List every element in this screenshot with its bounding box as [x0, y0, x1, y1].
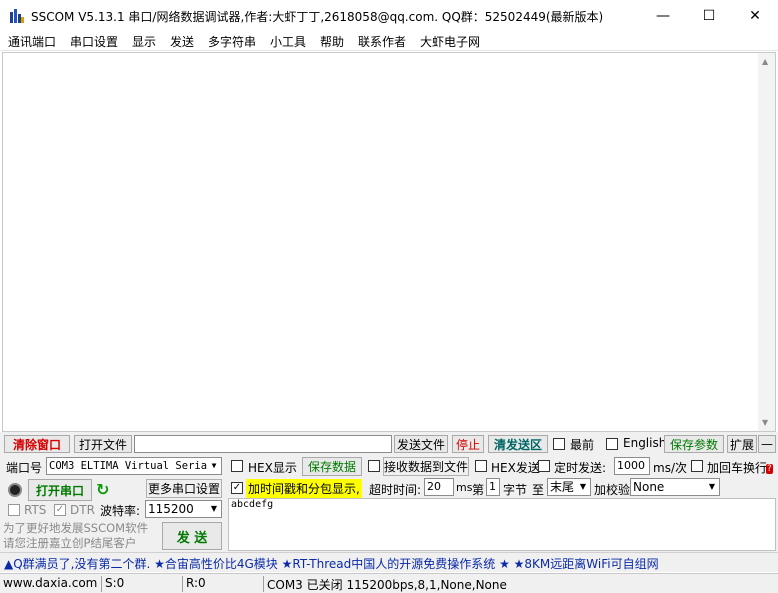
more-settings-button[interactable]: 更多串口设置 — [146, 479, 222, 498]
hex-display-label: HEX显示 — [248, 461, 297, 475]
promo-line-1: 为了更好地发展SSCOM软件 — [3, 521, 149, 535]
menu-comm-port[interactable]: 通讯端口 — [8, 33, 56, 50]
menu-daxia-site[interactable]: 大虾电子网 — [420, 33, 480, 50]
save-data-button[interactable]: 保存数据 — [302, 457, 362, 476]
port-select-value: COM3 ELTIMA Virtual Serial — [49, 460, 214, 472]
english-checkbox[interactable] — [606, 438, 618, 450]
send-button[interactable]: 发 送 — [162, 522, 222, 550]
menu-contact-author[interactable]: 联系作者 — [358, 33, 406, 50]
app-icon — [10, 9, 24, 23]
status-port-state: COM3 已关闭 115200bps,8,1,None,None — [263, 576, 778, 592]
timestamp-label: 加时间戳和分包显示, — [246, 479, 362, 498]
status-sent-count: S:0 — [101, 576, 181, 592]
status-website[interactable]: www.daxia.com — [0, 576, 100, 592]
end-select-value: 末尾 — [550, 480, 575, 494]
nth-label: 第 — [472, 483, 485, 497]
control-panel: 清除窗口 打开文件 发送文件 停止 清发送区 最前 English 保存参数 扩… — [0, 432, 778, 572]
checksum-select-value: None — [633, 480, 665, 494]
hex-send-label: HEX发送 — [491, 461, 540, 475]
maximize-button[interactable]: ☐ — [686, 0, 732, 31]
menu-multi-string[interactable]: 多字符串 — [208, 33, 256, 50]
topmost-checkbox[interactable] — [553, 438, 565, 450]
timed-interval-input[interactable]: 1000 — [614, 457, 650, 475]
refresh-icon[interactable]: ↻ — [96, 480, 109, 499]
title-bar: SSCOM V5.13.1 串口/网络数据调试器,作者:大虾丁丁,2618058… — [0, 0, 778, 31]
promo-line-2: 请您注册嘉立创P结尾客户 — [3, 536, 137, 550]
menu-serial-settings[interactable]: 串口设置 — [70, 33, 118, 50]
baud-label: 波特率: — [100, 504, 141, 518]
timed-send-checkbox[interactable] — [538, 460, 550, 472]
menu-help[interactable]: 帮助 — [320, 33, 344, 50]
file-path-field[interactable] — [134, 435, 392, 453]
byte-label: 字节 — [503, 483, 528, 497]
status-bar: www.daxia.com S:0 R:0 COM3 已关闭 115200bps… — [0, 573, 778, 593]
chevron-down-icon[interactable]: ▼ — [576, 479, 590, 495]
chevron-down-icon[interactable]: ▼ — [207, 458, 221, 474]
send-text: abcdefg — [231, 499, 274, 510]
menu-display[interactable]: 显示 — [132, 33, 156, 50]
recv-to-file-button[interactable]: 接收数据到文件 — [383, 457, 469, 476]
stop-button[interactable]: 停止 — [452, 435, 484, 453]
port-label: 端口号 — [6, 461, 43, 475]
menu-bar: 通讯端口 串口设置 显示 发送 多字符串 小工具 帮助 联系作者 大虾电子网 — [0, 31, 778, 51]
to-label: 至 — [532, 483, 545, 497]
menu-send[interactable]: 发送 — [170, 33, 194, 50]
close-button[interactable]: ✕ — [732, 0, 778, 31]
topmost-label: 最前 — [570, 438, 595, 452]
help-icon[interactable]: ? — [766, 464, 773, 474]
checksum-select[interactable]: None ▼ — [630, 478, 720, 496]
clear-send-button[interactable]: 清发送区 — [488, 435, 548, 453]
timeout-label: 超时时间: — [369, 483, 422, 497]
recv-to-file-checkbox[interactable] — [368, 460, 380, 472]
open-file-button[interactable]: 打开文件 — [74, 435, 132, 453]
english-label: English — [623, 436, 667, 450]
add-crlf-checkbox[interactable] — [691, 460, 703, 472]
timeout-unit-label: ms — [456, 481, 473, 494]
nth-byte-input[interactable]: 1 — [486, 478, 500, 496]
scroll-up-icon[interactable]: ▲ — [762, 57, 768, 66]
window-title: SSCOM V5.13.1 串口/网络数据调试器,作者:大虾丁丁,2618058… — [31, 10, 604, 24]
scroll-down-icon[interactable]: ▼ — [762, 418, 768, 427]
receive-scrollbar[interactable]: ▲ ▼ — [758, 53, 775, 431]
hex-send-checkbox[interactable] — [475, 460, 487, 472]
open-port-button[interactable]: 打开串口 — [28, 479, 92, 501]
expand-button[interactable]: 扩展 — [727, 435, 757, 453]
receive-area[interactable]: ▲ ▼ — [2, 52, 776, 432]
ticker-text[interactable]: ▲Q群满员了,没有第二个群. ★合宙高性价比4G模块 ★RT-Thread中国人… — [4, 555, 659, 572]
timed-unit-label: ms/次 — [653, 461, 687, 475]
menu-tools[interactable]: 小工具 — [270, 33, 306, 50]
chevron-down-icon[interactable]: ▼ — [207, 501, 221, 517]
timeout-input[interactable]: 20 — [424, 478, 454, 496]
minimize-button[interactable]: — — [640, 0, 686, 31]
collapse-button[interactable]: — — [758, 435, 776, 453]
baud-select[interactable]: 115200 ▼ — [145, 500, 222, 518]
status-received-count: R:0 — [182, 576, 262, 592]
send-file-button[interactable]: 发送文件 — [394, 435, 448, 453]
chevron-down-icon[interactable]: ▼ — [705, 479, 719, 495]
port-select[interactable]: COM3 ELTIMA Virtual Serial ▼ — [46, 457, 222, 475]
timestamp-checkbox[interactable]: ✓ — [231, 482, 243, 494]
dtr-checkbox[interactable]: ✓ — [54, 504, 66, 516]
baud-select-value: 115200 — [148, 502, 194, 516]
save-params-button[interactable]: 保存参数 — [664, 435, 724, 453]
hex-display-checkbox[interactable] — [231, 460, 243, 472]
clear-window-button[interactable]: 清除窗口 — [4, 435, 70, 453]
timed-send-label: 定时发送: — [554, 461, 607, 475]
port-status-icon — [8, 483, 22, 497]
end-select[interactable]: 末尾 ▼ — [547, 478, 591, 496]
rts-label: RTS — [24, 503, 47, 517]
checksum-label: 加校验 — [594, 483, 631, 497]
dtr-label: DTR — [70, 503, 95, 517]
rts-checkbox[interactable] — [8, 504, 20, 516]
send-text-area[interactable]: abcdefg — [228, 498, 776, 551]
add-crlf-label: 加回车换行 — [707, 461, 768, 475]
news-ticker[interactable]: ▲Q群满员了,没有第二个群. ★合宙高性价比4G模块 ★RT-Thread中国人… — [0, 552, 778, 572]
